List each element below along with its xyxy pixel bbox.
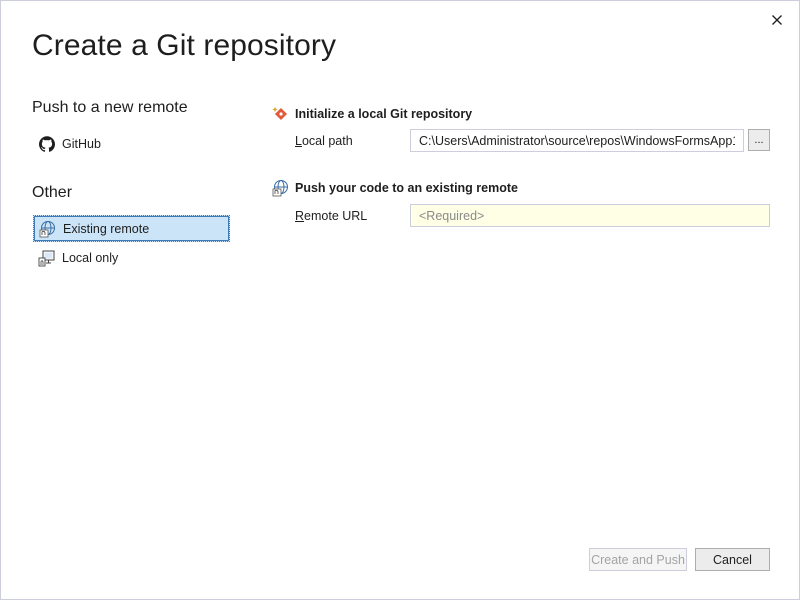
dialog-title: Create a Git repository: [32, 29, 337, 62]
cancel-button[interactable]: Cancel: [695, 548, 770, 571]
remote-url-label: Remote URL: [295, 209, 368, 223]
other-heading: Other: [32, 184, 73, 201]
github-icon: [38, 135, 56, 153]
local-computer-icon: [38, 249, 56, 267]
nav-item-label: Existing remote: [63, 221, 150, 236]
init-section-title: Initialize a local Git repository: [295, 107, 473, 121]
create-and-push-button[interactable]: Create and Push: [589, 548, 687, 571]
push-section-heading: Push your code to an existing remote: [272, 179, 518, 197]
push-to-new-remote-heading: Push to a new remote: [32, 99, 188, 116]
remote-url-input[interactable]: [410, 204, 770, 227]
nav-item-label: GitHub: [62, 136, 101, 151]
local-path-input[interactable]: [410, 129, 744, 152]
globe-git-icon: [39, 220, 57, 238]
nav-item-github[interactable]: GitHub: [33, 130, 230, 157]
nav-item-local-only[interactable]: Local only: [33, 244, 230, 271]
create-git-repo-dialog: Create a Git repository Push to a new re…: [0, 0, 800, 600]
globe-git-icon: [272, 179, 290, 197]
nav-item-label: Local only: [62, 250, 119, 265]
browse-button[interactable]: ...: [748, 129, 770, 151]
local-path-label: Local path: [295, 134, 353, 148]
nav-item-existing-remote[interactable]: Existing remote: [33, 215, 230, 242]
push-section-title: Push your code to an existing remote: [295, 181, 518, 195]
git-init-icon: [272, 105, 290, 123]
close-icon[interactable]: [769, 12, 785, 28]
init-section-heading: Initialize a local Git repository: [272, 105, 472, 123]
